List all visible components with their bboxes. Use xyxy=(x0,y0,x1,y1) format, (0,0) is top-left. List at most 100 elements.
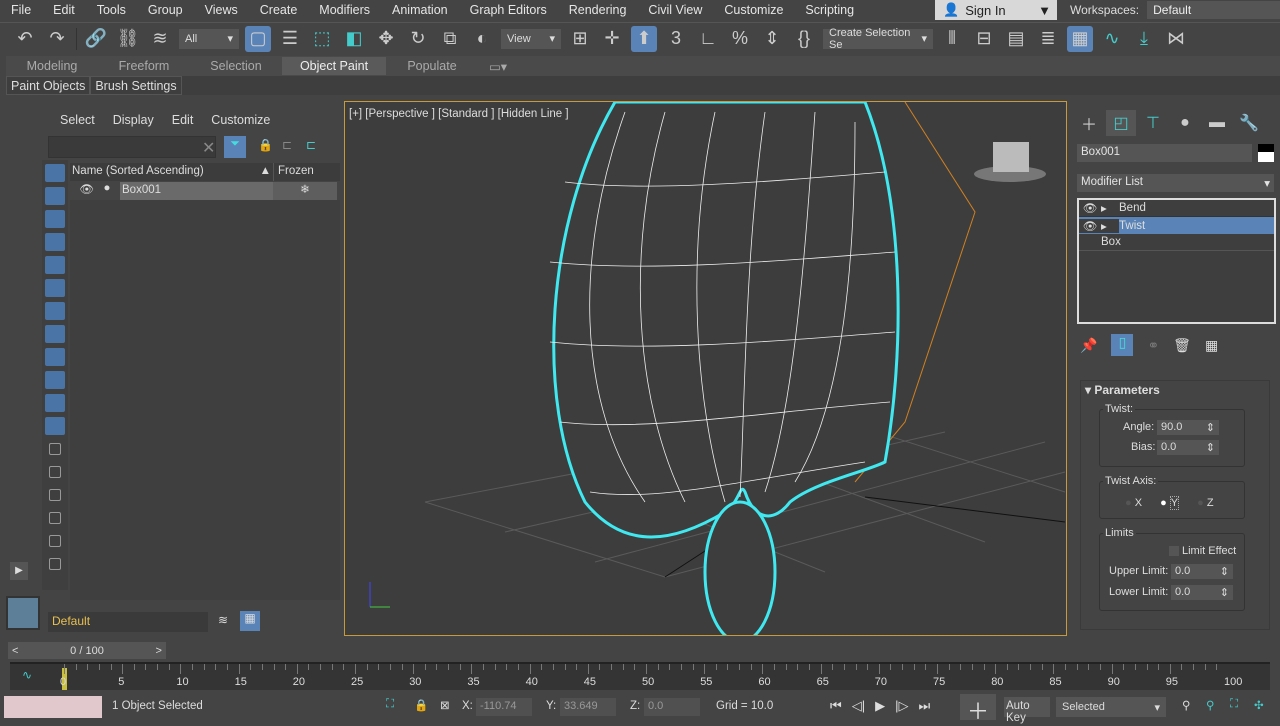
lower-limit-spinner[interactable]: 0.0 ⇕ xyxy=(1171,585,1233,600)
bias-spinner[interactable]: 0.0 ⇕ xyxy=(1157,440,1219,455)
menu-customize[interactable]: Customize xyxy=(713,3,794,17)
make-unique-icon[interactable]: ⚭ xyxy=(1147,337,1159,354)
motion-tab-icon[interactable]: ● xyxy=(1170,110,1200,136)
lock-icon[interactable]: 🔒 xyxy=(258,138,273,152)
eye-icon[interactable]: 👁 xyxy=(1079,201,1101,215)
move-icon[interactable]: ✥ xyxy=(373,26,399,52)
undo-icon[interactable]: ↶ xyxy=(12,26,38,52)
scene-explorer-icon[interactable]: ▤ xyxy=(1003,26,1029,52)
isolate-selection-icon[interactable]: ⛶ xyxy=(386,698,394,711)
paint-objects-button[interactable]: Paint Objects xyxy=(6,76,91,95)
eye-icon[interactable]: 👁 xyxy=(1079,218,1101,233)
explorer-menu-display[interactable]: Display xyxy=(113,113,154,127)
prev-frame-icon[interactable]: < xyxy=(12,645,18,657)
toggle-ribbon-icon[interactable]: ▦ xyxy=(1067,25,1093,52)
modify-tab-icon[interactable]: ◰ xyxy=(1106,110,1136,136)
menu-tools[interactable]: Tools xyxy=(86,3,137,17)
axis-y-radio[interactable]: ● Y xyxy=(1160,496,1180,510)
menu-graph-editors[interactable]: Graph Editors xyxy=(459,3,558,17)
sort-layers-icon[interactable]: ▦ xyxy=(240,611,260,631)
percent-snap-icon[interactable]: % xyxy=(727,26,753,52)
redo-icon[interactable]: ↷ xyxy=(44,26,70,52)
eye-icon[interactable]: 👁 xyxy=(70,182,94,200)
filter-icon[interactable]: ⏷ xyxy=(224,136,246,158)
object-name[interactable]: Box001 xyxy=(120,182,273,200)
angle-spinner[interactable]: 90.0 ⇕ xyxy=(1157,420,1219,435)
layer-dropdown[interactable]: Default xyxy=(48,612,208,632)
layers-icon[interactable]: ≋ xyxy=(218,613,228,627)
bind-space-warp-icon[interactable]: ≋ xyxy=(147,26,173,52)
spacewarps-filter-icon[interactable] xyxy=(45,279,65,297)
y-coordinate-field[interactable]: 33.649 xyxy=(560,698,616,716)
axis-x-radio[interactable]: ● X xyxy=(1125,497,1142,509)
column-name[interactable]: Name (Sorted Ascending) ▲ xyxy=(70,163,273,181)
shapes-filter-icon[interactable] xyxy=(45,187,65,205)
next-frame-icon[interactable]: > xyxy=(156,645,162,657)
set-key-icon[interactable]: ＋ xyxy=(960,694,996,724)
find-icon[interactable] xyxy=(49,558,61,570)
x-coordinate-field[interactable]: -110.74 xyxy=(476,698,532,716)
menu-rendering[interactable]: Rendering xyxy=(558,3,638,17)
workspaces-select[interactable]: Default xyxy=(1147,1,1280,19)
go-to-end-icon[interactable]: ⏭ xyxy=(918,698,930,714)
spinner-snap-icon[interactable]: ⇕ xyxy=(759,26,785,52)
perspective-viewport[interactable]: [+] [Perspective ] [Standard ] [Hidden L… xyxy=(344,101,1067,636)
xrefs-filter-icon[interactable] xyxy=(45,325,65,343)
next-key-icon[interactable]: |▷ xyxy=(895,698,908,714)
frozen-filter-icon[interactable] xyxy=(45,394,65,412)
expand-icon[interactable]: ▸ xyxy=(1101,218,1119,233)
align-icon[interactable]: ⊟ xyxy=(971,26,997,52)
reference-coordinate-dropdown[interactable]: View ▾ xyxy=(501,28,561,49)
window-crossing-icon[interactable]: ◧ xyxy=(341,26,367,52)
zoom-all-icon[interactable]: ⚲ xyxy=(1206,698,1214,712)
axis-z-radio[interactable]: ● Z xyxy=(1197,497,1213,509)
hidden-filter-icon[interactable] xyxy=(45,417,65,435)
menu-file[interactable]: File xyxy=(0,3,42,17)
tab-selection[interactable]: Selection xyxy=(190,57,282,75)
sign-in-button[interactable]: 👤 Sign In ▼ xyxy=(935,0,1057,20)
show-end-result-icon[interactable]: ▯ xyxy=(1111,334,1134,356)
configure-modifier-sets-icon[interactable]: ▦ xyxy=(1205,337,1218,354)
sync-selection-icon[interactable] xyxy=(49,512,61,524)
render-dot-icon[interactable]: ● xyxy=(94,182,120,200)
pin-stack-icon[interactable]: 📌 xyxy=(1080,337,1097,354)
curve-editor-mini-icon[interactable]: ∿ xyxy=(22,668,32,682)
hierarchy-tab-icon[interactable]: ⊤ xyxy=(1138,110,1168,136)
create-tab-icon[interactable]: ＋ xyxy=(1074,110,1104,136)
viewport-layout-icon[interactable] xyxy=(6,596,40,630)
time-slider[interactable]: <0 / 100 > xyxy=(8,642,166,659)
snaps-toggle-icon[interactable]: 3 xyxy=(663,26,689,52)
schematic-view-icon[interactable]: ⋈ xyxy=(1163,26,1189,52)
brush-settings-button[interactable]: Brush Settings xyxy=(90,76,182,95)
stack-item-bend[interactable]: 👁 ▸ Bend xyxy=(1079,200,1274,217)
go-to-start-icon[interactable]: ⏮ xyxy=(830,698,842,714)
invert-display-icon[interactable] xyxy=(49,489,61,501)
render-setup-icon[interactable]: ⤓ xyxy=(1131,26,1157,52)
stack-item-twist[interactable]: 👁 ▸ Twist xyxy=(1079,217,1274,234)
layer-explorer-icon[interactable]: ≣ xyxy=(1035,26,1061,52)
display-tab-icon[interactable]: ▬ xyxy=(1202,110,1232,136)
geometry-filter-icon[interactable] xyxy=(45,164,65,182)
hierarchy-icon[interactable]: ⊏ xyxy=(282,138,292,152)
containers-filter-icon[interactable] xyxy=(45,371,65,389)
viewport-label[interactable]: [+] [Perspective ] [Standard ] [Hidden L… xyxy=(349,108,569,120)
selection-lock-icon[interactable]: 🔒 xyxy=(414,698,428,712)
keyboard-shortcut-override-icon[interactable]: ⬆ xyxy=(631,25,657,52)
selection-filter-dropdown[interactable]: All ▾ xyxy=(179,28,239,49)
tab-freeform[interactable]: Freeform xyxy=(98,57,190,75)
z-coordinate-field[interactable]: 0.0 xyxy=(644,698,700,716)
tab-modeling[interactable]: Modeling xyxy=(6,57,98,75)
expand-panel-icon[interactable]: ▶ xyxy=(10,562,28,580)
layer-hierarchy-icon[interactable]: ⊏ xyxy=(306,138,316,152)
rotate-icon[interactable]: ↻ xyxy=(405,26,431,52)
object-color-swatch[interactable] xyxy=(1258,144,1274,162)
menu-create[interactable]: Create xyxy=(249,3,309,17)
key-mode-dropdown[interactable]: Selected ▾ xyxy=(1056,697,1166,717)
previous-frame-icon[interactable]: ◁| xyxy=(852,698,865,714)
placement-icon[interactable]: ◐ xyxy=(469,26,495,52)
tab-populate[interactable]: Populate xyxy=(386,57,478,75)
menu-civil-view[interactable]: Civil View xyxy=(637,3,713,17)
groups-filter-icon[interactable] xyxy=(45,302,65,320)
lights-filter-icon[interactable] xyxy=(45,210,65,228)
unlink-icon[interactable]: ⛓ xyxy=(115,26,141,52)
